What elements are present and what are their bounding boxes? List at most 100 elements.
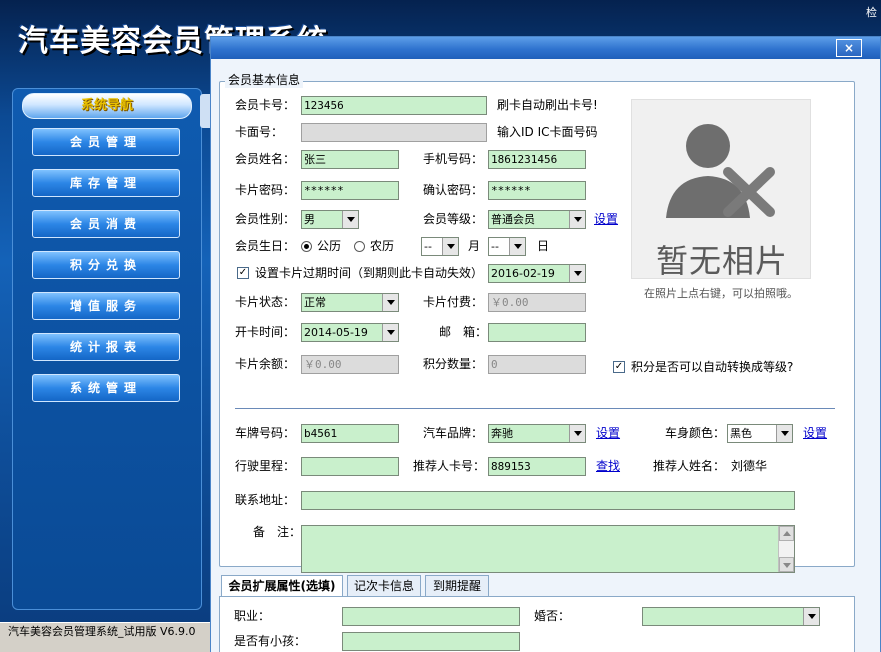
birth-month-select[interactable]: --: [421, 237, 459, 256]
mobile-label: 手机号码：: [423, 152, 484, 166]
kids-label: 是否有小孩：: [234, 634, 307, 648]
job-label: 职业：: [234, 609, 271, 623]
address-input[interactable]: [301, 491, 795, 510]
nav-item-value-added[interactable]: 增值服务: [32, 292, 180, 320]
chevron-down-icon[interactable]: [569, 425, 585, 442]
set-color-link[interactable]: 设置: [803, 424, 827, 442]
color-value: 黑色: [730, 427, 752, 440]
nav-item-consumption[interactable]: 会员消费: [32, 210, 180, 238]
open-date-select[interactable]: 2014-05-19: [301, 323, 399, 342]
expiry-checkbox[interactable]: ✓: [237, 267, 249, 279]
nav-item-reports[interactable]: 统计报表: [32, 333, 180, 361]
gender-select[interactable]: 男: [301, 210, 359, 229]
set-brand-link[interactable]: 设置: [596, 424, 620, 442]
scroll-up-icon[interactable]: [779, 526, 794, 541]
email-input[interactable]: [488, 323, 586, 342]
balance-label: 卡片余额：: [235, 357, 296, 371]
auto-level-checkbox[interactable]: ✓: [613, 361, 625, 373]
name-label: 会员姓名：: [235, 152, 296, 166]
color-select[interactable]: 黑色: [727, 424, 793, 443]
chevron-down-icon[interactable]: [569, 265, 585, 282]
solar-label: 公历: [317, 239, 342, 253]
points-input[interactable]: 0: [488, 355, 586, 374]
member-photo[interactable]: 暂无相片: [631, 99, 811, 280]
birth-month-value: --: [424, 240, 432, 253]
card-status-select[interactable]: 正常: [301, 293, 399, 312]
card-face-input[interactable]: [301, 123, 487, 142]
expiry-date-value: 2016-02-19: [491, 267, 555, 280]
card-fee-input[interactable]: ￥0.00: [488, 293, 586, 312]
card-status-label: 卡片状态：: [235, 295, 296, 309]
section-divider: [235, 408, 835, 409]
dialog-body: 会员基本信息 会员卡号： 123456 刷卡自动刷出卡号! 卡面号： 输入ID …: [211, 59, 880, 652]
password-input[interactable]: ******: [301, 181, 399, 200]
no-photo-text: 暂无相片: [655, 242, 788, 280]
referrer-card-input[interactable]: 889153: [488, 457, 586, 476]
brand-select[interactable]: 奔驰: [488, 424, 586, 443]
chevron-down-icon[interactable]: [803, 608, 819, 625]
birth-day-value: --: [491, 240, 499, 253]
level-value: 普通会员: [491, 213, 535, 226]
dialog-titlebar[interactable]: ×: [211, 37, 880, 59]
color-label: 车身颜色：: [665, 426, 726, 440]
search-referrer-link[interactable]: 查找: [596, 457, 620, 475]
card-fee-label: 卡片付费：: [423, 295, 484, 309]
remark-textarea[interactable]: [301, 525, 795, 573]
nav-item-points-exchange[interactable]: 积分兑换: [32, 251, 180, 279]
plate-input[interactable]: b4561: [301, 424, 399, 443]
close-button[interactable]: ×: [836, 39, 862, 57]
status-bar: 汽车美容会员管理系统_试用版 V6.9.0: [0, 622, 212, 652]
married-label: 婚否：: [534, 609, 571, 623]
kids-input[interactable]: [342, 632, 520, 651]
chevron-down-icon[interactable]: [509, 238, 525, 255]
card-face-hint: 输入ID IC卡面号码: [497, 125, 598, 139]
married-select[interactable]: [642, 607, 820, 626]
referrer-name-value: 刘德华: [731, 459, 768, 473]
level-select[interactable]: 普通会员: [488, 210, 586, 229]
tab-count-card[interactable]: 记次卡信息: [347, 575, 421, 597]
confirm-password-input[interactable]: ******: [488, 181, 586, 200]
job-input[interactable]: [342, 607, 520, 626]
tab-ext-attributes[interactable]: 会员扩展属性(选填): [221, 575, 343, 598]
birth-day-select[interactable]: --: [488, 237, 526, 256]
nav-item-system[interactable]: 系统管理: [32, 374, 180, 402]
lunar-radio[interactable]: [354, 241, 365, 252]
name-input[interactable]: 张三: [301, 150, 399, 169]
brand-value: 奔驰: [491, 427, 513, 440]
brand-label: 汽车品牌：: [423, 426, 484, 440]
gender-label: 会员性别：: [235, 212, 296, 226]
password-label: 卡片密码：: [235, 183, 296, 197]
referrer-card-label: 推荐人卡号：: [413, 459, 486, 473]
day-label: 日: [537, 239, 550, 253]
remark-label: 备 注：: [253, 525, 302, 539]
expiry-date-select[interactable]: 2016-02-19: [488, 264, 586, 283]
birthday-label: 会员生日：: [235, 239, 296, 253]
card-no-input[interactable]: 123456: [301, 96, 487, 115]
mileage-input[interactable]: [301, 457, 399, 476]
points-label: 积分数量：: [423, 357, 484, 371]
solar-radio[interactable]: [301, 241, 312, 252]
ext-tab-panel: 职业： 婚否： 是否有小孩：: [219, 596, 855, 652]
nav-item-inventory[interactable]: 库存管理: [32, 169, 180, 197]
balance-input[interactable]: ￥0.00: [301, 355, 399, 374]
chevron-down-icon[interactable]: [442, 238, 458, 255]
chevron-down-icon[interactable]: [342, 211, 358, 228]
chevron-down-icon[interactable]: [776, 425, 792, 442]
chevron-down-icon[interactable]: [569, 211, 585, 228]
level-label: 会员等级：: [423, 212, 484, 226]
card-face-label: 卡面号：: [235, 125, 284, 139]
lunar-label: 农历: [370, 239, 395, 253]
confirm-password-label: 确认密码：: [423, 183, 484, 197]
chevron-down-icon[interactable]: [382, 294, 398, 311]
tab-expiry-reminder[interactable]: 到期提醒: [425, 575, 489, 597]
card-status-value: 正常: [304, 296, 326, 309]
chevron-down-icon[interactable]: [382, 324, 398, 341]
mobile-input[interactable]: 1861231456: [488, 150, 586, 169]
scroll-down-icon[interactable]: [779, 557, 794, 572]
plate-label: 车牌号码：: [235, 426, 296, 440]
set-level-link[interactable]: 设置: [594, 210, 618, 228]
open-date-value: 2014-05-19: [304, 326, 368, 339]
nav-item-members[interactable]: 会员管理: [32, 128, 180, 156]
gender-value: 男: [304, 213, 315, 226]
remark-scrollbar[interactable]: [778, 526, 794, 572]
